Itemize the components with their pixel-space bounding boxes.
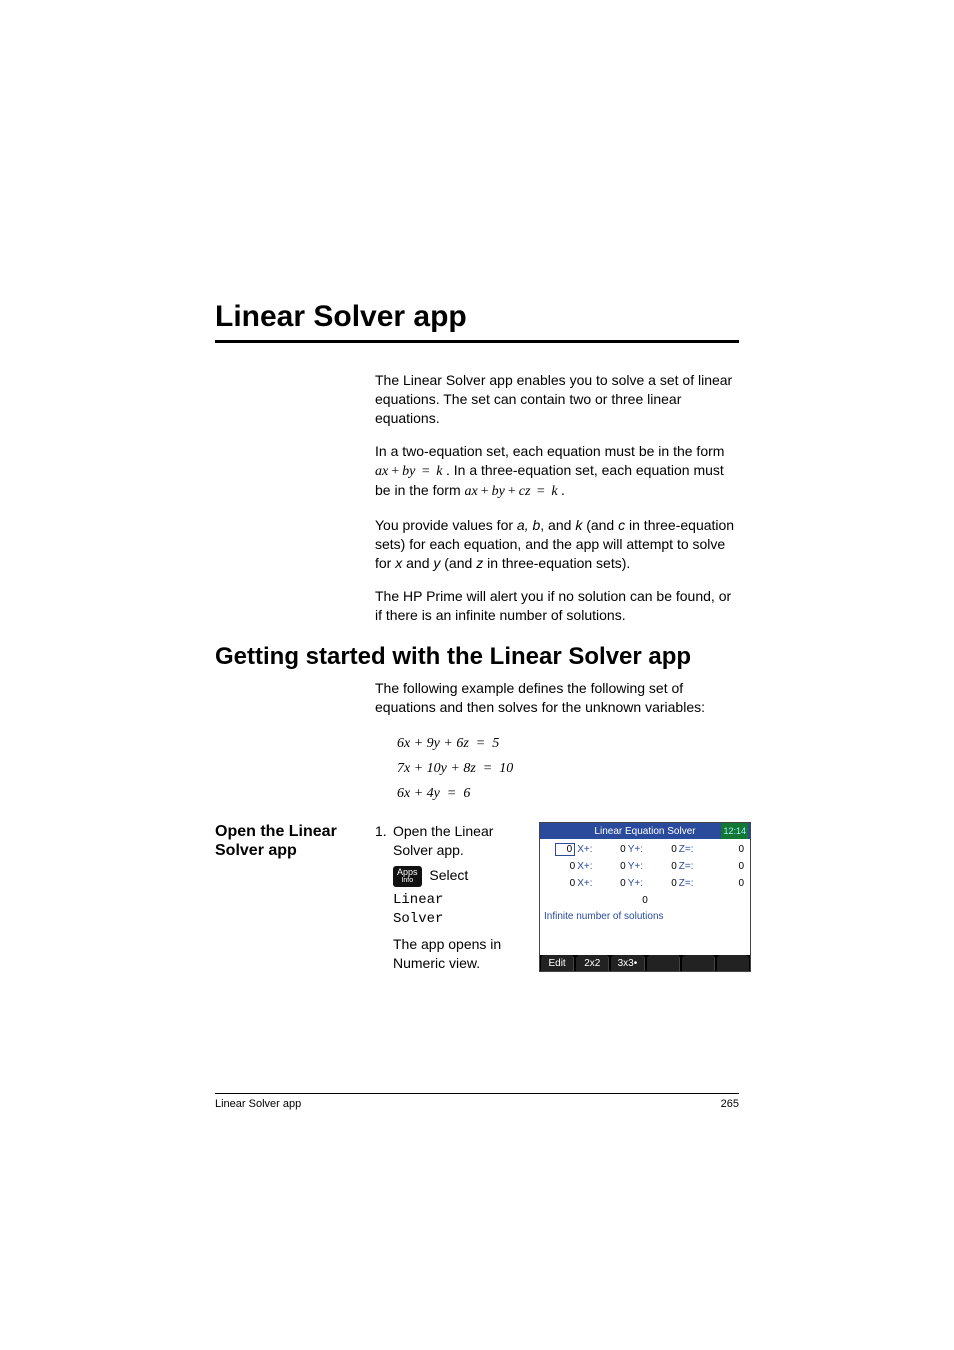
calc-softkeys: Edit 2x2 3x3• <box>540 955 750 971</box>
calc-cell-z2[interactable]: 0Z=: <box>645 861 696 872</box>
eq-term: cz <box>519 484 531 499</box>
step-select-label: Select <box>429 867 468 883</box>
calc-row-1: 0X+: 0Y+: 0Z=: 0 <box>544 841 746 858</box>
text: You provide values for <box>375 517 517 533</box>
step-number: 1. <box>375 822 393 972</box>
apps-key-top: Apps <box>397 867 418 877</box>
eq-term: k <box>551 484 557 499</box>
intro-paragraph-4: The HP Prime will alert you if no soluti… <box>375 587 739 625</box>
menu-item-linear: Linear <box>393 891 535 910</box>
eq-term: ax <box>465 484 478 499</box>
intro-paragraph-2: In a two-equation set, each equation mus… <box>375 442 739 503</box>
softkey-blank-2[interactable] <box>682 955 715 971</box>
calc-cell-y1[interactable]: 0Y+: <box>595 844 646 855</box>
softkey-blank-3[interactable] <box>717 955 749 971</box>
calc-cell-k1[interactable]: 0 <box>696 844 747 855</box>
eq-term: by <box>492 484 505 499</box>
softkey-3x3[interactable]: 3x3• <box>611 955 644 971</box>
text: (and <box>582 517 618 533</box>
footer-left: Linear Solver app <box>215 1098 301 1110</box>
text: In a two-equation set, each equation mus… <box>375 443 724 459</box>
calc-cell-z1[interactable]: 0Z=: <box>645 844 696 855</box>
apps-key-bottom: Info <box>397 877 418 884</box>
calc-status-text: Infinite number of solutions <box>540 909 750 955</box>
eq-term: ax <box>375 464 388 479</box>
text: and <box>402 555 433 571</box>
calculator-screenshot: Linear Equation Solver 12:14 0X+: 0Y+: 0… <box>539 822 751 972</box>
calc-grid: 0X+: 0Y+: 0Z=: 0 0X+: 0Y+: 0Z=: 0 0X+: 0… <box>540 839 750 909</box>
equation-3: 6x + 4y = 6 <box>397 781 739 806</box>
calc-time: 12:14 <box>721 823 748 839</box>
equation-block: 6x + 9y + 6z = 5 7x + 10y + 8z = 10 6x +… <box>397 731 739 807</box>
apps-key-icon: Apps Info <box>393 866 422 887</box>
chapter-rule <box>215 340 739 343</box>
section-title: Getting started with the Linear Solver a… <box>215 643 739 671</box>
equation-2: 7x + 10y + 8z = 10 <box>397 756 739 781</box>
step-text: Open the Linear Solver app. <box>393 822 535 860</box>
softkey-2x2[interactable]: 2x2 <box>576 955 609 971</box>
softkey-blank-1[interactable] <box>647 955 680 971</box>
calc-cell-z3[interactable]: 0Z=: <box>645 878 696 889</box>
calc-cell-k2[interactable]: 0 <box>696 861 747 872</box>
side-heading-open-app: Open the Linear Solver app <box>215 822 365 860</box>
chapter-title: Linear Solver app <box>215 300 739 334</box>
calc-cell-y3[interactable]: 0Y+: <box>595 878 646 889</box>
calc-cell-y2[interactable]: 0Y+: <box>595 861 646 872</box>
text: in three-equation sets). <box>483 555 630 571</box>
text: , and <box>540 517 575 533</box>
calc-answer-value: 0 <box>642 895 648 906</box>
text: (and <box>440 555 476 571</box>
equation-1: 6x + 9y + 6z = 5 <box>397 731 739 756</box>
calc-cell-x3[interactable]: 0X+: <box>544 878 595 889</box>
calc-cell-x1[interactable]: 0X+: <box>544 843 595 856</box>
intro-paragraph-1: The Linear Solver app enables you to sol… <box>375 371 739 428</box>
calc-row-2: 0X+: 0Y+: 0Z=: 0 <box>544 858 746 875</box>
calc-title-bar: Linear Equation Solver 12:14 <box>540 823 750 839</box>
text: . <box>561 482 565 498</box>
calc-row-3: 0X+: 0Y+: 0Z=: 0 <box>544 875 746 892</box>
intro-paragraph-3: You provide values for a, b, and k (and … <box>375 516 739 573</box>
page-footer: Linear Solver app 265 <box>215 1093 739 1110</box>
footer-page-number: 265 <box>721 1098 739 1110</box>
calc-title-text: Linear Equation Solver <box>594 826 695 837</box>
calc-answer-row: 0 <box>544 892 746 909</box>
step-after-text: The app opens in Numeric view. <box>393 935 535 973</box>
calc-cell-x2[interactable]: 0X+: <box>544 861 595 872</box>
calc-cell-k3[interactable]: 0 <box>696 878 747 889</box>
section-intro: The following example defines the follow… <box>375 679 739 717</box>
eq-term: by <box>402 464 415 479</box>
var: a, b <box>517 517 540 533</box>
softkey-edit[interactable]: Edit <box>541 955 574 971</box>
menu-item-solver: Solver <box>393 910 535 929</box>
eq-term: k <box>436 464 442 479</box>
